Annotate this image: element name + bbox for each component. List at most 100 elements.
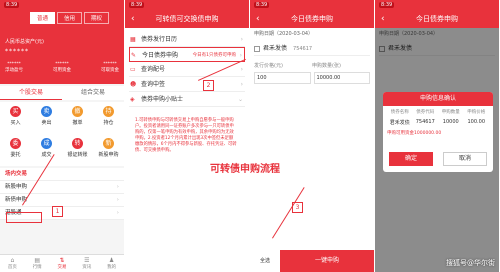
menu-query-winning[interactable]: ☻ 查询中签 › — [129, 77, 245, 92]
grid-label: 买入 — [10, 120, 21, 126]
tab-normal[interactable]: 普通 — [30, 12, 56, 24]
chevron-right-icon: › — [116, 184, 119, 190]
tab-option[interactable]: 期权 — [84, 12, 110, 24]
smile-icon: ☻ — [130, 81, 137, 88]
one-click-subscribe-button[interactable]: 一键申购 — [280, 250, 374, 272]
asset-stats: ****** 浮动盈亏 ****** 可用资金 ****** 可取资金 — [5, 62, 119, 73]
edit-icon: ✎ — [131, 52, 137, 59]
asset-label: 人民币总资产(元) — [5, 39, 44, 45]
tip-icon: ◈ — [130, 96, 135, 103]
cancel-button[interactable]: 取消 — [443, 152, 487, 166]
grid-buy[interactable]: 买买入 — [0, 102, 31, 134]
stat-label: 浮动盈亏 — [5, 68, 23, 73]
qty-header: 申购数量(张) — [312, 63, 341, 69]
deal-icon: 成 — [41, 138, 52, 149]
bottom-nav: ⌂ 首页 ▤ 行情 ⇅ 交易 ☰ 资讯 ♟ 我的 — [0, 254, 124, 272]
nav-trade[interactable]: ⇅ 交易 — [50, 255, 75, 272]
bond-row[interactable]: 君禾发债 754617 — [254, 42, 370, 56]
dialog-header: 债券名称 — [390, 110, 409, 115]
account-type-tabs: 普通 信用 期权 — [30, 12, 110, 24]
dialog-values: 君禾发债 754617 10000 100.00 — [383, 115, 493, 126]
field-row: 100 10000.00 — [254, 72, 370, 84]
dialog-value: 10000 — [442, 119, 459, 125]
step-highlight-1 — [6, 212, 42, 223]
nav-home[interactable]: ⌂ 首页 — [0, 255, 25, 272]
stat-label: 可用资金 — [53, 68, 71, 73]
bond-name: 君禾发债 — [263, 45, 288, 52]
page-title: 可转债可交换债申购 — [155, 15, 219, 23]
menu-tips[interactable]: ◈ 债券申购小贴士 ⌄ — [129, 92, 245, 107]
list-item-ipo-subscribe[interactable]: 新股申购 › — [0, 181, 124, 194]
back-icon[interactable]: ‹ — [131, 10, 135, 28]
title-bar: ‹ 可转债可交换债申购 — [125, 10, 249, 28]
qty-field[interactable]: 10000.00 — [313, 72, 370, 84]
cancel-order-icon: 撤 — [72, 106, 83, 117]
status-bar: 8:39 — [250, 0, 374, 10]
action-bar: 全选 一键申购 — [250, 250, 374, 272]
menu-label: 查询中签 — [141, 81, 166, 88]
select-all-button[interactable]: 全选 — [250, 250, 280, 272]
bond-code: 754617 — [293, 46, 313, 52]
entrust-icon: 委 — [10, 138, 21, 149]
grid-ipo-subscribe[interactable]: 新新股申购 — [93, 134, 124, 166]
price-field[interactable]: 100 — [254, 72, 311, 84]
grid-entrust[interactable]: 委委托 — [0, 134, 31, 166]
grid-label: 新股申购 — [98, 152, 119, 158]
news-icon: ☰ — [84, 257, 90, 264]
dialog-headers: 债券名称 债券代码 申购数量 申购价格 — [383, 106, 493, 115]
tab-single-stock[interactable]: 个股交易 — [0, 86, 62, 100]
status-time: 8:39 — [129, 2, 145, 8]
nav-news[interactable]: ☰ 资讯 — [74, 255, 99, 272]
menu-issue-calendar[interactable]: ▦ 债券发行日历 › — [129, 32, 245, 47]
ipo-icon: 新 — [103, 138, 114, 149]
asset-value: ****** — [5, 48, 29, 55]
grid-position[interactable]: 持持仓 — [93, 102, 124, 134]
home-icon: ⌂ — [10, 257, 15, 264]
grid-label: 撤单 — [72, 120, 83, 126]
dialog-header: 申购价格 — [467, 110, 486, 115]
stat-available-funds: ****** 可用资金 — [53, 62, 71, 73]
menu-today-subscribe[interactable]: ✎ 今日债券申购 今日有1只债券可申购 › — [129, 47, 245, 62]
page-title: 今日债券申购 — [291, 15, 333, 23]
tab-credit[interactable]: 信用 — [57, 12, 83, 24]
menu-query-allotment[interactable]: ▭ 查询配号 › — [129, 62, 245, 77]
buy-icon: 买 — [10, 106, 21, 117]
dialog-buttons: 确定 取消 — [389, 152, 487, 166]
chevron-right-icon: › — [116, 210, 119, 216]
dialog-title: 申购信息确认 — [383, 92, 493, 106]
chevron-right-icon: › — [240, 81, 243, 88]
nav-mine[interactable]: ♟ 我的 — [99, 255, 124, 272]
stat-withdrawable-funds: ****** 可取资金 — [101, 62, 119, 73]
grid-bank-transfer[interactable]: 转银证转账 — [62, 134, 93, 166]
back-icon[interactable]: ‹ — [256, 10, 260, 28]
bond-checkbox[interactable] — [254, 45, 260, 52]
chevron-right-icon: › — [116, 197, 119, 203]
menu-label: 债券申购小贴士 — [141, 96, 184, 103]
menu-label: 债券发行日历 — [141, 36, 178, 43]
grid-sell[interactable]: 卖卖出 — [31, 102, 62, 134]
chevron-right-icon: › — [240, 36, 243, 43]
sell-icon: 卖 — [41, 106, 52, 117]
confirm-button[interactable]: 确定 — [389, 152, 433, 166]
page-title: 今日债券申购 — [416, 15, 458, 23]
chevron-down-icon: ⌄ — [237, 96, 243, 103]
subscribe-confirm-panel: 8:39 ‹ 今日债券申购 申购日期（2020-03-04） 君禾发债 申购信息确… — [375, 0, 500, 272]
step-callout-2: 2 — [203, 80, 214, 91]
tab-portfolio[interactable]: 组合交易 — [62, 86, 124, 100]
field-headers: 发行价格(元) 申购数量(张) — [254, 62, 370, 69]
back-icon[interactable]: ‹ — [381, 10, 385, 28]
tips-text: 1.可转债申购与可转债交易上申购自愿参与一般申购户。投资者请用同一证券账户多次参… — [135, 118, 237, 153]
calendar-icon: ▦ — [130, 36, 136, 43]
status-time: 8:39 — [379, 2, 395, 8]
price-header: 发行价格(元) — [254, 63, 283, 69]
trade-panel: 8:39 普通 信用 期权 人民币总资产(元) ****** ****** 浮动盈… — [0, 0, 125, 272]
subscribe-hint: 今日有1只债券可申购 — [192, 53, 236, 58]
grid-label: 成交 — [41, 152, 52, 158]
status-bar: 8:39 — [0, 0, 124, 10]
chevron-right-icon: › — [240, 66, 243, 73]
grid-deal[interactable]: 成成交 — [31, 134, 62, 166]
dialog-header: 债券代码 — [416, 110, 435, 115]
list-item-onsite-trade: 场内交易 — [0, 168, 124, 181]
grid-cancel-order[interactable]: 撤撤单 — [62, 102, 93, 134]
nav-quotes[interactable]: ▤ 行情 — [25, 255, 50, 272]
